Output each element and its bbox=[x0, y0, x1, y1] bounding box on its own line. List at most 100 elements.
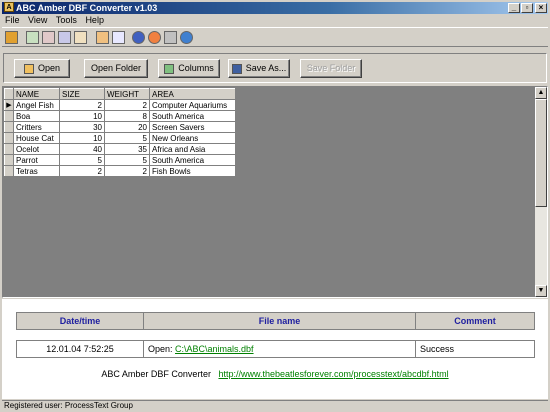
cell-area[interactable]: Screen Savers bbox=[149, 121, 236, 133]
cell-name[interactable]: Boa bbox=[13, 110, 60, 122]
row-indicator bbox=[4, 110, 14, 122]
log-action: Open: bbox=[148, 344, 176, 354]
maximize-button[interactable]: ▫ bbox=[521, 3, 533, 13]
cell-weight[interactable]: 5 bbox=[104, 132, 150, 144]
save-folder-button[interactable]: Save Folder bbox=[300, 59, 362, 78]
minimize-button[interactable]: _ bbox=[508, 3, 520, 13]
cell-name[interactable]: Ocelot bbox=[13, 143, 60, 155]
col-header-weight[interactable]: WEIGHT bbox=[104, 88, 150, 100]
print-icon[interactable] bbox=[164, 31, 177, 44]
cell-area[interactable]: Africa and Asia bbox=[149, 143, 236, 155]
table-row[interactable]: Critters 30 20 Screen Savers bbox=[4, 121, 236, 133]
table-row[interactable]: Tetras 2 2 Fish Bowls bbox=[4, 165, 236, 177]
current-row-arrow-icon: ▶ bbox=[4, 99, 14, 111]
vertical-scrollbar[interactable]: ▲ ▼ bbox=[535, 87, 547, 297]
abc-icon[interactable] bbox=[112, 31, 125, 44]
log-entry: 12.01.04 7:52:25 Open: C:\ABC\animals.db… bbox=[16, 340, 535, 358]
export-html-icon[interactable] bbox=[74, 31, 87, 44]
cell-size[interactable]: 5 bbox=[59, 154, 105, 166]
log-datetime: 12.01.04 7:52:25 bbox=[16, 340, 144, 358]
cell-name[interactable]: Angel Fish bbox=[13, 99, 60, 111]
col-header-size[interactable]: SIZE bbox=[59, 88, 105, 100]
save-as-label: Save As... bbox=[245, 63, 287, 73]
export-doc-icon[interactable] bbox=[58, 31, 71, 44]
columns-button[interactable]: Columns bbox=[158, 59, 220, 78]
menu-help[interactable]: Help bbox=[82, 14, 107, 26]
cell-area[interactable]: Computer Aquariums bbox=[149, 99, 236, 111]
info-icon[interactable] bbox=[132, 31, 145, 44]
export-xls-icon[interactable] bbox=[26, 31, 39, 44]
main-window: A ABC Amber DBF Converter v1.03 _ ▫ × Fi… bbox=[0, 0, 550, 412]
cell-name[interactable]: Tetras bbox=[13, 165, 60, 177]
cell-size[interactable]: 2 bbox=[59, 99, 105, 111]
open-button[interactable]: Open bbox=[14, 59, 70, 78]
table-row[interactable]: Ocelot 40 35 Africa and Asia bbox=[4, 143, 236, 155]
scroll-down-icon[interactable]: ▼ bbox=[535, 285, 547, 297]
save-folder-label: Save Folder bbox=[306, 63, 356, 73]
table-row[interactable]: Parrot 5 5 South America bbox=[4, 154, 236, 166]
window-title: ABC Amber DBF Converter v1.03 bbox=[16, 3, 158, 13]
log-header-filename: File name bbox=[143, 312, 416, 330]
cell-name[interactable]: House Cat bbox=[13, 132, 60, 144]
grid-table: NAME SIZE WEIGHT AREA ▶ Angel Fish 2 2 Compu… bbox=[4, 88, 236, 177]
cell-weight[interactable]: 5 bbox=[104, 154, 150, 166]
cell-weight[interactable]: 20 bbox=[104, 121, 150, 133]
cell-weight[interactable]: 2 bbox=[104, 99, 150, 111]
footer-url-link[interactable]: http://www.thebeatlesforever.com/process… bbox=[218, 369, 448, 379]
open-folder-label: Open Folder bbox=[90, 63, 142, 73]
toolbar bbox=[2, 27, 548, 47]
log-header: Date/time File name Comment bbox=[16, 312, 535, 330]
save-as-button[interactable]: Save As... bbox=[228, 59, 290, 78]
cell-name[interactable]: Parrot bbox=[13, 154, 60, 166]
col-header-name[interactable]: NAME bbox=[13, 88, 60, 100]
cell-weight[interactable]: 35 bbox=[104, 143, 150, 155]
open-icon bbox=[23, 63, 34, 74]
table-row[interactable]: House Cat 10 5 New Orleans bbox=[4, 132, 236, 144]
row-indicator-header bbox=[4, 88, 14, 100]
wand-icon[interactable] bbox=[5, 31, 18, 44]
cell-size[interactable]: 2 bbox=[59, 165, 105, 177]
cell-name[interactable]: Critters bbox=[13, 121, 60, 133]
home-icon[interactable] bbox=[148, 31, 161, 44]
open-folder-button[interactable]: Open Folder bbox=[84, 59, 148, 78]
row-indicator bbox=[4, 143, 14, 155]
cell-size[interactable]: 30 bbox=[59, 121, 105, 133]
cell-area[interactable]: Fish Bowls bbox=[149, 165, 236, 177]
close-button[interactable]: × bbox=[535, 3, 547, 13]
menu-tools[interactable]: Tools bbox=[53, 14, 80, 26]
cell-size[interactable]: 40 bbox=[59, 143, 105, 155]
data-grid[interactable]: NAME SIZE WEIGHT AREA ▶ Angel Fish 2 2 Compu… bbox=[2, 86, 548, 298]
help-icon[interactable] bbox=[180, 31, 193, 44]
col-header-area[interactable]: AREA bbox=[149, 88, 236, 100]
list-item[interactable]: 12.01.04 7:52:25 Open: C:\ABC\animals.db… bbox=[16, 340, 535, 358]
menu-bar: File View Tools Help bbox=[2, 14, 548, 26]
log-filename-cell: Open: C:\ABC\animals.dbf bbox=[143, 340, 416, 358]
status-text: Registered user: ProcessText Group bbox=[4, 401, 133, 410]
menu-view[interactable]: View bbox=[25, 14, 50, 26]
folder-icon[interactable] bbox=[96, 31, 109, 44]
cell-area[interactable]: New Orleans bbox=[149, 132, 236, 144]
row-indicator bbox=[4, 121, 14, 133]
open-label: Open bbox=[37, 63, 61, 73]
columns-icon bbox=[164, 63, 175, 74]
row-indicator bbox=[4, 132, 14, 144]
status-bar: Registered user: ProcessText Group bbox=[2, 400, 548, 411]
log-file-link[interactable]: C:\ABC\animals.dbf bbox=[175, 344, 254, 354]
cell-area[interactable]: South America bbox=[149, 154, 236, 166]
scroll-up-icon[interactable]: ▲ bbox=[535, 87, 547, 99]
title-bar[interactable]: A ABC Amber DBF Converter v1.03 _ ▫ × bbox=[2, 2, 548, 14]
cell-size[interactable]: 10 bbox=[59, 110, 105, 122]
row-indicator bbox=[4, 154, 14, 166]
button-panel: Open Open Folder Columns Save As... Save… bbox=[3, 53, 547, 83]
menu-file[interactable]: File bbox=[2, 14, 23, 26]
cell-size[interactable]: 10 bbox=[59, 132, 105, 144]
footer: ABC Amber DBF Converter http://www.thebe… bbox=[2, 369, 548, 379]
cell-weight[interactable]: 8 bbox=[104, 110, 150, 122]
table-row[interactable]: Boa 10 8 South America bbox=[4, 110, 236, 122]
export-pdf-icon[interactable] bbox=[42, 31, 55, 44]
cell-weight[interactable]: 2 bbox=[104, 165, 150, 177]
cell-area[interactable]: South America bbox=[149, 110, 236, 122]
table-row[interactable]: ▶ Angel Fish 2 2 Computer Aquariums bbox=[4, 99, 236, 111]
scroll-thumb[interactable] bbox=[535, 99, 547, 207]
floppy-icon bbox=[231, 63, 242, 74]
